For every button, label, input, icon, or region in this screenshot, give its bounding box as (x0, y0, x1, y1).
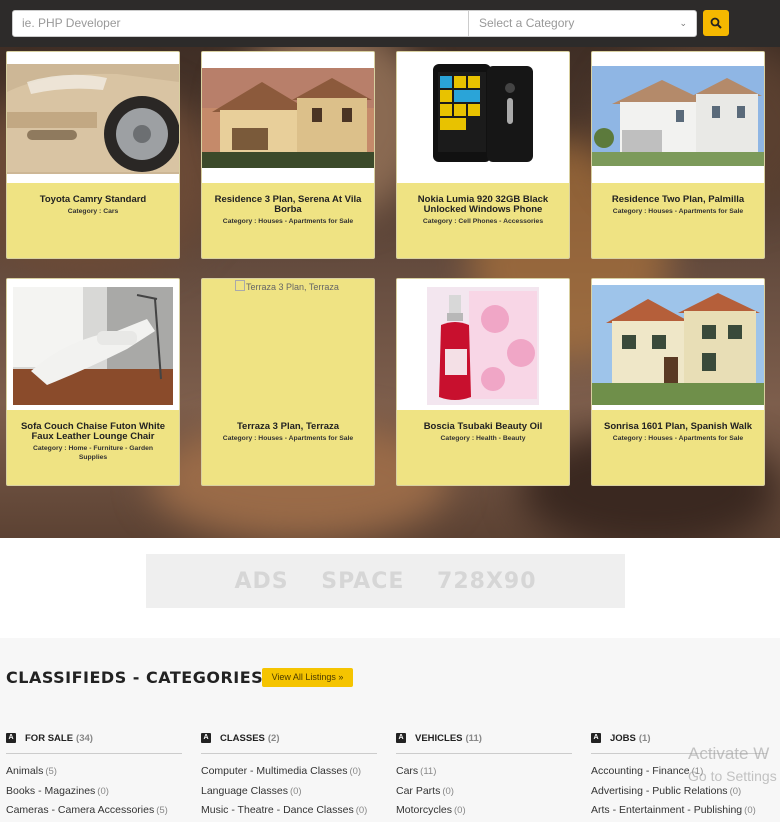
category-heading[interactable]: A CLASSES (2) (201, 729, 377, 747)
category-badge-icon: A (201, 733, 211, 743)
divider (396, 753, 572, 754)
listing-title[interactable]: Residence 3 Plan, Serena At Vila Borba (210, 195, 366, 215)
category-link[interactable]: Music - Theatre - Dance Classes (0) (201, 804, 377, 822)
category-link[interactable]: Language Classes (0) (201, 785, 377, 805)
listing-image[interactable] (397, 279, 569, 410)
listing-category: Category : Houses - Apartments for Sale (612, 435, 744, 442)
listing-title[interactable]: Terraza 3 Plan, Terraza (210, 422, 366, 432)
search-button[interactable] (703, 10, 729, 36)
listing-category: Category : Houses - Apartments for Sale (222, 218, 354, 225)
listing-card[interactable]: Residence 3 Plan, Serena At Vila Borba C… (201, 51, 375, 259)
category-link[interactable]: Cameras - Camera Accessories (5) (6, 804, 182, 822)
divider (6, 753, 182, 754)
listing-title[interactable]: Residence Two Plan, Palmilla (600, 195, 756, 205)
category-link[interactable]: Animals (5) (6, 765, 182, 785)
listing-card[interactable]: Boscia Tsubaki Beauty Oil Category : Hea… (396, 278, 570, 486)
search-icon (710, 17, 722, 29)
category-heading[interactable]: A VEHICLES (11) (396, 729, 572, 747)
category-link[interactable]: Computer - Multimedia Classes (0) (201, 765, 377, 785)
listing-title[interactable]: Sofa Couch Chaise Futon White Faux Leath… (15, 422, 171, 442)
listing-category: Category : Cars (67, 208, 119, 215)
listing-card[interactable]: Toyota Camry Standard Category : Cars (6, 51, 180, 259)
os-activation-watermark: Activate W Go to Settings (688, 744, 777, 784)
listing-category: Category : Health - Beauty (440, 435, 526, 442)
listing-category: Category : Houses - Apartments for Sale (222, 435, 354, 442)
listing-image[interactable] (202, 52, 374, 183)
listing-image[interactable] (397, 52, 569, 183)
listing-category: Category : Houses - Apartments for Sale (612, 208, 744, 215)
listing-category: Category : Cell Phones - Accessories (422, 218, 544, 225)
category-column-classes: A CLASSES (2) Computer - Multimedia Clas… (201, 729, 377, 822)
search-input[interactable]: ie. PHP Developer (12, 10, 469, 37)
listing-title[interactable]: Boscia Tsubaki Beauty Oil (405, 422, 561, 432)
ads-banner[interactable]: ADS SPACE 728X90 (146, 554, 625, 608)
section-title: CLASSIFIEDS - CATEGORIES (6, 668, 264, 687)
categories-section: CLASSIFIEDS - CATEGORIES View All Listin… (0, 638, 780, 822)
listing-card[interactable]: Residence Two Plan, Palmilla Category : … (591, 51, 765, 259)
search-bar: ie. PHP Developer Select a Category ⌄ (0, 0, 780, 47)
category-link[interactable]: Advertising - Public Relations (0) (591, 785, 767, 805)
listing-image[interactable] (7, 52, 179, 183)
category-select-label: Select a Category (479, 16, 575, 30)
category-badge-icon: A (591, 733, 601, 743)
divider (201, 753, 377, 754)
listing-card[interactable]: Sofa Couch Chaise Futon White Faux Leath… (6, 278, 180, 486)
listing-image[interactable] (7, 279, 179, 410)
category-link[interactable]: Motorcycles (0) (396, 804, 572, 822)
category-link[interactable]: Books - Magazines (0) (6, 785, 182, 805)
page: ie. PHP Developer Select a Category ⌄ To… (0, 0, 780, 822)
listing-image[interactable] (592, 52, 764, 183)
category-badge-icon: A (6, 733, 16, 743)
listing-card[interactable]: Nokia Lumia 920 32GB Black Unlocked Wind… (396, 51, 570, 259)
listing-category: Category : Home - Furniture - Garden Sup… (32, 445, 154, 461)
listing-card[interactable]: Sonrisa 1601 Plan, Spanish Walk Category… (591, 278, 765, 486)
listing-title[interactable]: Sonrisa 1601 Plan, Spanish Walk (600, 422, 756, 432)
chevron-down-icon: ⌄ (679, 18, 687, 28)
listing-image[interactable]: Terraza 3 Plan, Terraza (202, 279, 374, 410)
broken-image-alt: Terraza 3 Plan, Terraza (235, 280, 339, 292)
category-link[interactable]: Arts - Entertainment - Publishing (0) (591, 804, 767, 822)
category-link[interactable]: Cars (11) (396, 765, 572, 785)
listing-title[interactable]: Toyota Camry Standard (15, 195, 171, 205)
category-select[interactable]: Select a Category ⌄ (468, 10, 697, 37)
listing-title[interactable]: Nokia Lumia 920 32GB Black Unlocked Wind… (405, 195, 561, 215)
category-heading[interactable]: A FOR SALE (34) (6, 729, 182, 747)
category-column-vehicles: A VEHICLES (11) Cars (11) Car Parts (0) Mo… (396, 729, 572, 822)
category-badge-icon: A (396, 733, 406, 743)
listing-card[interactable]: Terraza 3 Plan, Terraza Terraza 3 Plan, … (201, 278, 375, 486)
listing-image[interactable] (592, 279, 764, 410)
category-link[interactable]: Car Parts (0) (396, 785, 572, 805)
view-all-listings-button[interactable]: View All Listings » (262, 668, 353, 687)
category-column-for-sale: A FOR SALE (34) Animals (5) Books - Magaz… (6, 729, 182, 822)
